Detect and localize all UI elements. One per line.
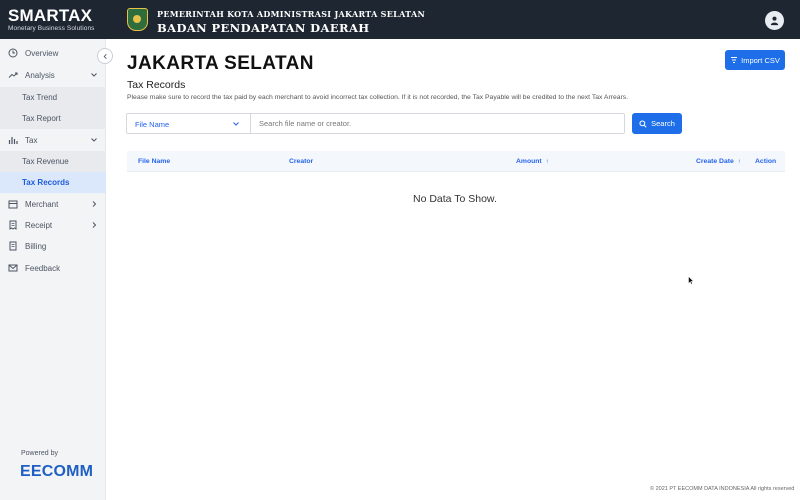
search-input[interactable] — [251, 114, 624, 133]
import-csv-button[interactable]: Import CSV — [725, 50, 785, 70]
import-csv-label: Import CSV — [741, 55, 780, 65]
sidebar-subitem-tax-trend[interactable]: Tax Trend — [0, 87, 106, 108]
sidebar-subitem-label: Tax Revenue — [22, 157, 69, 166]
search-field-selected: File Name — [135, 120, 170, 129]
mail-icon — [8, 264, 18, 272]
sidebar-item-label: Tax — [25, 136, 38, 145]
sidebar: Overview Analysis Tax Trend Tax Report T… — [0, 39, 106, 500]
column-header-file-name[interactable]: File Name — [138, 158, 170, 165]
chevron-right-icon — [92, 222, 97, 228]
chevron-right-icon — [92, 201, 97, 207]
search-icon — [639, 119, 647, 128]
user-avatar-button[interactable] — [765, 11, 784, 30]
sidebar-item-label: Billing — [25, 242, 47, 251]
sidebar-subitem-tax-records[interactable]: Tax Records — [0, 172, 106, 193]
store-icon — [8, 200, 18, 209]
search-button-label: Search — [651, 119, 675, 128]
sort-arrow-icon: ↑ — [545, 159, 549, 165]
bar-chart-icon — [8, 137, 18, 144]
column-label: Creator — [289, 158, 314, 165]
city-crest-icon — [127, 8, 148, 31]
column-header-creator[interactable]: Creator — [289, 158, 313, 165]
page-title: JAKARTA SELATAN — [127, 53, 314, 74]
sidebar-subitem-tax-report[interactable]: Tax Report — [0, 108, 106, 129]
sidebar-item-merchant[interactable]: Merchant — [0, 194, 106, 215]
search-button[interactable]: Search — [632, 113, 682, 134]
section-title: Tax Records — [127, 79, 186, 91]
receipt-icon — [9, 220, 17, 230]
sidebar-item-label: Analysis — [25, 71, 55, 80]
sidebar-item-label: Feedback — [25, 264, 61, 273]
sidebar-item-overview[interactable]: Overview — [0, 43, 106, 64]
gov-line-1: PEMERINTAH KOTA ADMINISTRASI JAKARTA SEL… — [157, 9, 426, 19]
sidebar-item-label: Overview — [25, 49, 59, 58]
column-label: Create Date — [696, 158, 734, 165]
sidebar-item-tax[interactable]: Tax — [0, 130, 106, 151]
top-bar: SMARTAX Monetary Business Solutions PEME… — [0, 0, 800, 39]
filter-icon — [731, 57, 738, 63]
search-field-select[interactable]: File Name — [127, 114, 251, 133]
table-header: File Name Creator Amount ↑ Create Date ↑ A… — [127, 151, 785, 172]
mouse-cursor-icon — [688, 276, 694, 285]
search-bar: File Name — [126, 113, 625, 134]
user-icon — [770, 16, 779, 26]
chevron-left-icon — [103, 53, 107, 59]
sidebar-item-feedback[interactable]: Feedback — [0, 258, 106, 279]
chevron-down-icon — [91, 73, 97, 77]
billing-icon — [9, 241, 17, 251]
column-header-amount[interactable]: Amount ↑ — [516, 158, 549, 165]
brand-name: SMARTAX — [8, 6, 93, 25]
sidebar-item-billing[interactable]: Billing — [0, 236, 106, 257]
column-label: File Name — [138, 158, 171, 165]
empty-state-text: No Data To Show. — [413, 193, 497, 205]
sidebar-subitem-tax-revenue[interactable]: Tax Revenue — [0, 151, 106, 172]
sidebar-item-label: Receipt — [25, 221, 53, 230]
sidebar-item-receipt[interactable]: Receipt — [0, 215, 106, 236]
trend-icon — [8, 72, 18, 78]
clock-icon — [8, 48, 18, 58]
column-header-action: Action — [755, 158, 776, 165]
government-title: PEMERINTAH KOTA ADMINISTRASI JAKARTA SEL… — [157, 9, 425, 35]
sidebar-item-label: Merchant — [25, 200, 59, 209]
partner-logo[interactable]: EECOMM — [20, 463, 93, 481]
collapse-sidebar-button[interactable] — [97, 48, 113, 64]
sidebar-subitem-label: Tax Trend — [22, 93, 58, 102]
footer-copyright: © 2021 PT EECOMM DATA INDONESIA All righ… — [650, 486, 795, 492]
chevron-down-icon — [233, 122, 239, 126]
chevron-down-icon — [91, 138, 97, 142]
column-label: Action — [755, 158, 777, 165]
sort-arrow-icon: ↑ — [737, 159, 741, 165]
sidebar-subitem-label: Tax Records — [22, 178, 70, 187]
section-description: Please make sure to record the tax paid … — [127, 94, 629, 101]
sidebar-item-analysis[interactable]: Analysis — [0, 65, 106, 86]
column-header-create-date[interactable]: Create Date ↑ — [696, 158, 741, 165]
column-label: Amount — [516, 158, 542, 165]
brand-logo[interactable]: SMARTAX Monetary Business Solutions — [8, 7, 108, 32]
gov-line-2: BADAN PENDAPATAN DAERAH — [157, 21, 370, 35]
sidebar-subitem-label: Tax Report — [22, 114, 61, 123]
powered-by-label: Powered by — [21, 450, 58, 457]
brand-tagline: Monetary Business Solutions — [8, 25, 95, 32]
